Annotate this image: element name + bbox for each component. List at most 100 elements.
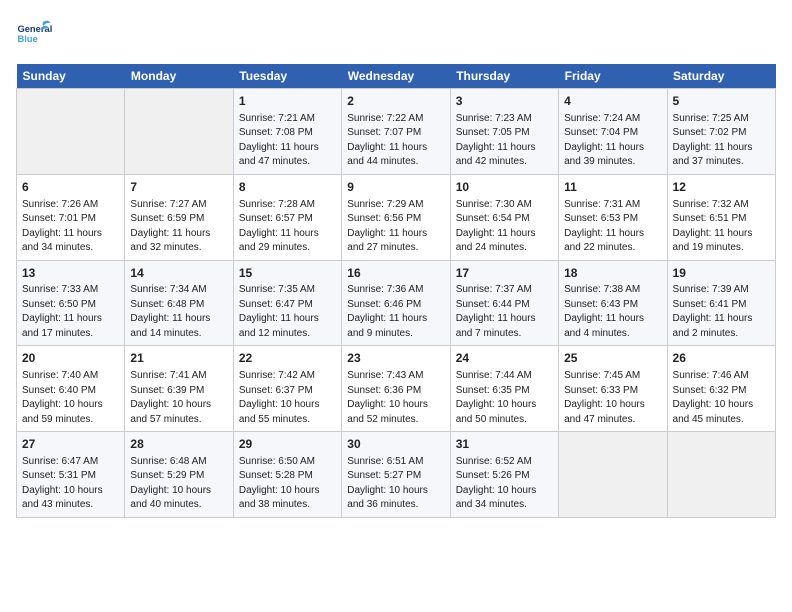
day-info: Sunrise: 7:35 AM Sunset: 6:47 PM Dayligh… [239,283,336,341]
day-info: Sunrise: 7:30 AM Sunset: 6:54 PM Dayligh… [456,198,553,256]
day-info: Sunrise: 7:22 AM Sunset: 7:07 PM Dayligh… [347,112,444,170]
page-header: General Blue [16,16,776,52]
calendar-cell: 13Sunrise: 7:33 AM Sunset: 6:50 PM Dayli… [17,260,125,346]
day-info: Sunrise: 7:42 AM Sunset: 6:37 PM Dayligh… [239,369,336,427]
day-number: 5 [673,93,770,110]
day-number: 21 [130,350,227,367]
calendar-cell: 27 Sunrise: 6:47 AM Sunset: 5:31 PM Dayli… [17,432,125,518]
calendar-cell: 1Sunrise: 7:21 AM Sunset: 7:08 PM Daylig… [233,89,341,175]
calendar-cell: 28 Sunrise: 6:48 AM Sunset: 5:29 PM Dayli… [125,432,233,518]
day-info: Sunrise: 7:26 AM Sunset: 7:01 PM Dayligh… [22,198,119,256]
day-info: Sunrise: 7:23 AM Sunset: 7:05 PM Dayligh… [456,112,553,170]
day-number: 31 [456,436,553,453]
day-number: 15 [239,265,336,282]
calendar-cell [125,89,233,175]
svg-text:Blue: Blue [17,34,37,44]
calendar-cell: 4 Sunrise: 7:24 AM Sunset: 7:04 PM Daylig… [559,89,667,175]
day-info: Sunrise: 7:32 AM Sunset: 6:51 PM Dayligh… [673,198,770,256]
calendar-cell: 7 Sunrise: 7:27 AM Sunset: 6:59 PM Daylig… [125,174,233,260]
day-info: Sunrise: 7:27 AM Sunset: 6:59 PM Dayligh… [130,198,227,256]
calendar-cell: 19Sunrise: 7:39 AM Sunset: 6:41 PM Dayli… [667,260,775,346]
calendar-cell: 3 Sunrise: 7:23 AM Sunset: 7:05 PM Daylig… [450,89,558,175]
day-number: 4 [564,93,661,110]
calendar-cell [667,432,775,518]
col-header-sunday: Sunday [17,64,125,89]
day-info: Sunrise: 7:46 AM Sunset: 6:32 PM Dayligh… [673,369,770,427]
calendar-week-row: 6 Sunrise: 7:26 AM Sunset: 7:01 PM Daylig… [17,174,776,260]
calendar-cell [559,432,667,518]
day-number: 12 [673,179,770,196]
day-number: 3 [456,93,553,110]
day-number: 30 [347,436,444,453]
day-info: Sunrise: 7:38 AM Sunset: 6:43 PM Dayligh… [564,283,661,341]
calendar-cell: 22Sunrise: 7:42 AM Sunset: 6:37 PM Dayli… [233,346,341,432]
day-info: Sunrise: 7:39 AM Sunset: 6:41 PM Dayligh… [673,283,770,341]
calendar-cell: 11Sunrise: 7:31 AM Sunset: 6:53 PM Dayli… [559,174,667,260]
col-header-monday: Monday [125,64,233,89]
day-info: Sunrise: 6:52 AM Sunset: 5:26 PM Dayligh… [456,455,553,513]
calendar-cell: 24Sunrise: 7:44 AM Sunset: 6:35 PM Dayli… [450,346,558,432]
day-info: Sunrise: 6:51 AM Sunset: 5:27 PM Dayligh… [347,455,444,513]
calendar-cell: 5 Sunrise: 7:25 AM Sunset: 7:02 PM Daylig… [667,89,775,175]
day-info: Sunrise: 7:34 AM Sunset: 6:48 PM Dayligh… [130,283,227,341]
calendar-cell: 2Sunrise: 7:22 AM Sunset: 7:07 PM Daylig… [342,89,450,175]
col-header-saturday: Saturday [667,64,775,89]
day-number: 10 [456,179,553,196]
day-info: Sunrise: 6:47 AM Sunset: 5:31 PM Dayligh… [22,455,119,513]
day-info: Sunrise: 7:43 AM Sunset: 6:36 PM Dayligh… [347,369,444,427]
col-header-tuesday: Tuesday [233,64,341,89]
day-info: Sunrise: 6:50 AM Sunset: 5:28 PM Dayligh… [239,455,336,513]
calendar-table: SundayMondayTuesdayWednesdayThursdayFrid… [16,64,776,518]
day-number: 16 [347,265,444,282]
calendar-cell: 31 Sunrise: 6:52 AM Sunset: 5:26 PM Dayli… [450,432,558,518]
calendar-cell: 20 Sunrise: 7:40 AM Sunset: 6:40 PM Dayli… [17,346,125,432]
calendar-cell: 30 Sunrise: 6:51 AM Sunset: 5:27 PM Dayli… [342,432,450,518]
col-header-friday: Friday [559,64,667,89]
day-number: 28 [130,436,227,453]
day-number: 17 [456,265,553,282]
calendar-cell: 16Sunrise: 7:36 AM Sunset: 6:46 PM Dayli… [342,260,450,346]
day-number: 11 [564,179,661,196]
day-info: Sunrise: 7:33 AM Sunset: 6:50 PM Dayligh… [22,283,119,341]
calendar-cell: 23 Sunrise: 7:43 AM Sunset: 6:36 PM Dayli… [342,346,450,432]
calendar-cell: 9Sunrise: 7:29 AM Sunset: 6:56 PM Daylig… [342,174,450,260]
calendar-cell: 10 Sunrise: 7:30 AM Sunset: 6:54 PM Dayli… [450,174,558,260]
svg-text:General: General [17,24,52,34]
col-header-wednesday: Wednesday [342,64,450,89]
day-number: 7 [130,179,227,196]
calendar-cell [17,89,125,175]
calendar-cell: 14Sunrise: 7:34 AM Sunset: 6:48 PM Dayli… [125,260,233,346]
day-number: 26 [673,350,770,367]
day-number: 27 [22,436,119,453]
day-number: 19 [673,265,770,282]
day-number: 9 [347,179,444,196]
day-info: Sunrise: 7:45 AM Sunset: 6:33 PM Dayligh… [564,369,661,427]
day-info: Sunrise: 7:25 AM Sunset: 7:02 PM Dayligh… [673,112,770,170]
col-header-thursday: Thursday [450,64,558,89]
day-info: Sunrise: 6:48 AM Sunset: 5:29 PM Dayligh… [130,455,227,513]
day-number: 23 [347,350,444,367]
day-info: Sunrise: 7:24 AM Sunset: 7:04 PM Dayligh… [564,112,661,170]
day-number: 29 [239,436,336,453]
day-number: 13 [22,265,119,282]
day-number: 1 [239,93,336,110]
calendar-cell: 26 Sunrise: 7:46 AM Sunset: 6:32 PM Dayli… [667,346,775,432]
day-number: 20 [22,350,119,367]
calendar-cell: 6 Sunrise: 7:26 AM Sunset: 7:01 PM Daylig… [17,174,125,260]
calendar-cell: 29 Sunrise: 6:50 AM Sunset: 5:28 PM Dayli… [233,432,341,518]
day-number: 14 [130,265,227,282]
day-info: Sunrise: 7:40 AM Sunset: 6:40 PM Dayligh… [22,369,119,427]
calendar-week-row: 20 Sunrise: 7:40 AM Sunset: 6:40 PM Dayli… [17,346,776,432]
calendar-week-row: 1Sunrise: 7:21 AM Sunset: 7:08 PM Daylig… [17,89,776,175]
calendar-cell: 15Sunrise: 7:35 AM Sunset: 6:47 PM Dayli… [233,260,341,346]
day-number: 6 [22,179,119,196]
day-info: Sunrise: 7:28 AM Sunset: 6:57 PM Dayligh… [239,198,336,256]
logo-icon: General Blue [16,16,52,52]
calendar-cell: 18Sunrise: 7:38 AM Sunset: 6:43 PM Dayli… [559,260,667,346]
logo: General Blue [16,16,52,52]
calendar-cell: 8Sunrise: 7:28 AM Sunset: 6:57 PM Daylig… [233,174,341,260]
calendar-cell: 12 Sunrise: 7:32 AM Sunset: 6:51 PM Dayli… [667,174,775,260]
calendar-cell: 25Sunrise: 7:45 AM Sunset: 6:33 PM Dayli… [559,346,667,432]
day-info: Sunrise: 7:44 AM Sunset: 6:35 PM Dayligh… [456,369,553,427]
calendar-cell: 21Sunrise: 7:41 AM Sunset: 6:39 PM Dayli… [125,346,233,432]
